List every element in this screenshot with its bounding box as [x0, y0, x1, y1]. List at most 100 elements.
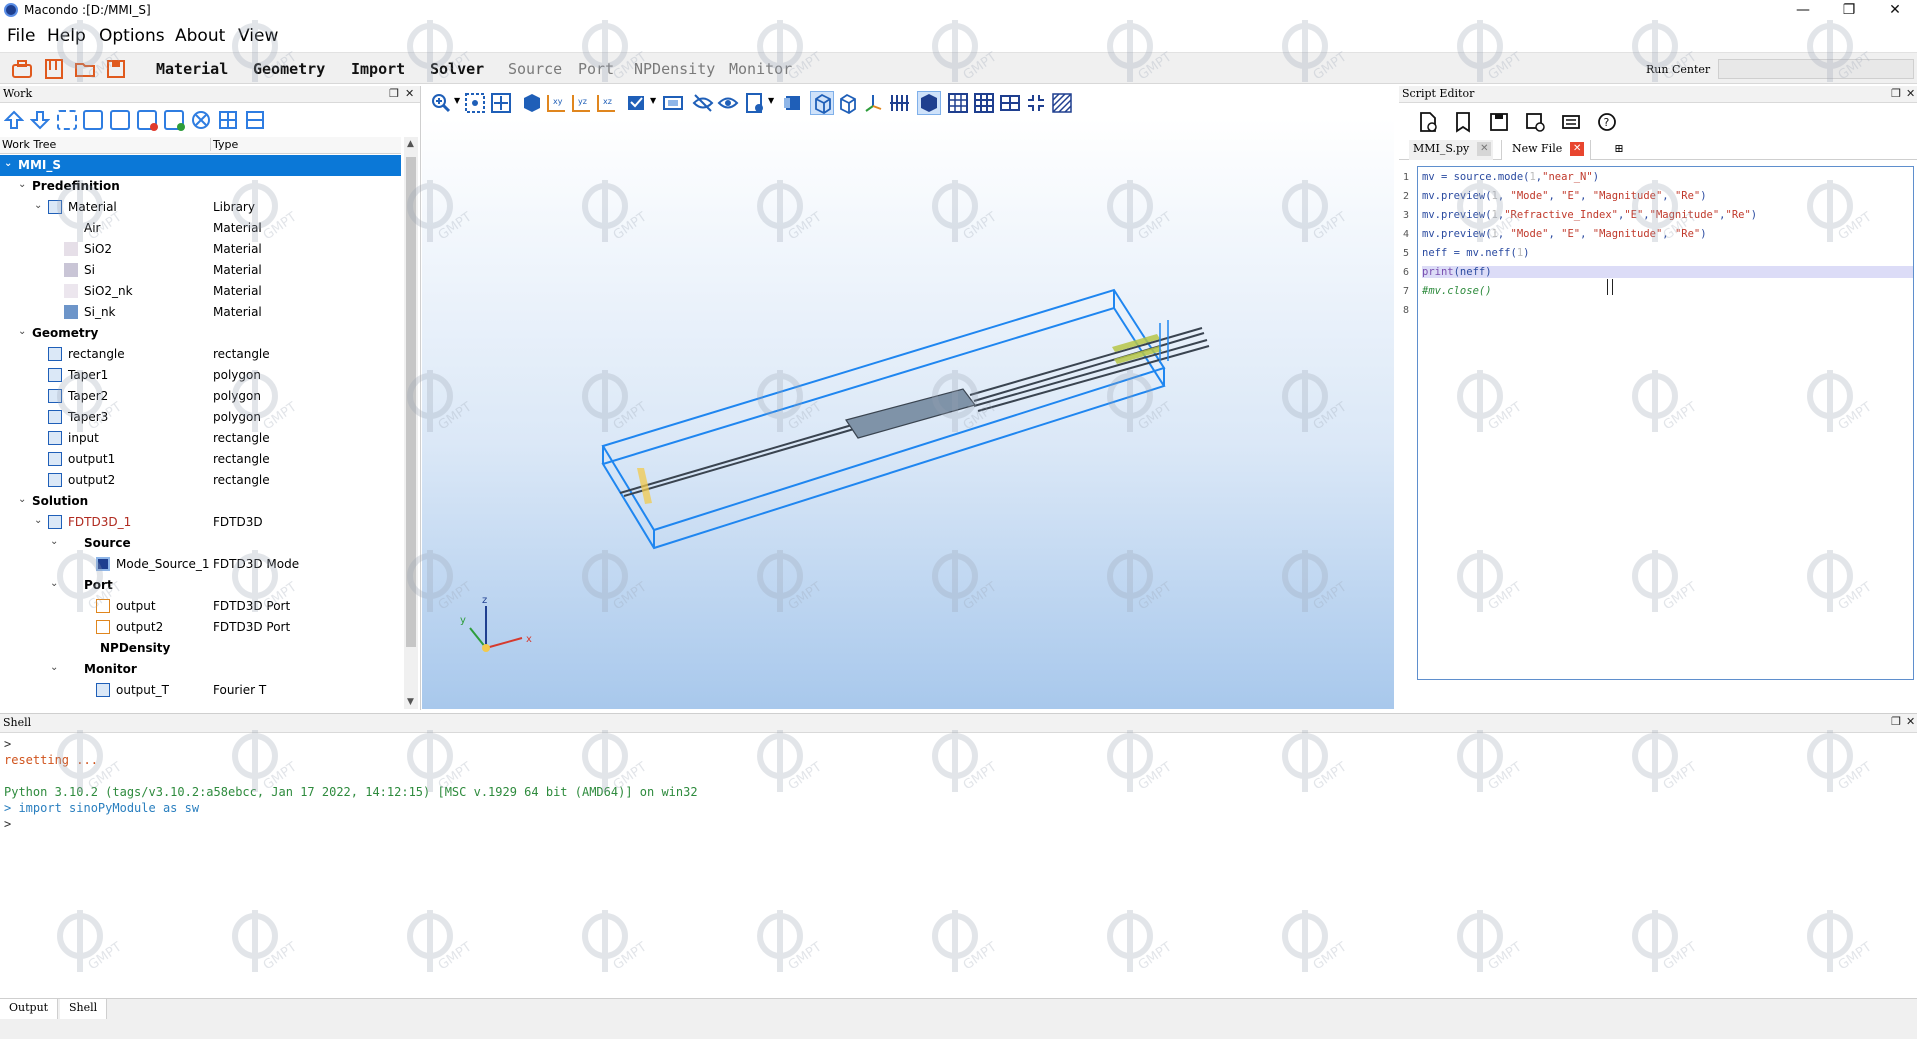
- column-type[interactable]: Type: [210, 138, 238, 151]
- tree-row[interactable]: Si Material: [0, 260, 401, 281]
- add-tab-icon[interactable]: ⊞: [1609, 140, 1629, 160]
- tree-row[interactable]: ⌄ Port: [0, 575, 401, 596]
- close-panel-icon[interactable]: ✕: [405, 86, 414, 102]
- copy-icon[interactable]: [110, 110, 130, 130]
- xy-view-icon[interactable]: xy: [545, 92, 567, 114]
- toolbar-material[interactable]: Material: [156, 60, 228, 78]
- toolbar-geometry[interactable]: Geometry: [253, 60, 325, 78]
- code-line[interactable]: mv = source.mode(1,"near_N"): [1422, 171, 1599, 183]
- tree-row[interactable]: ⌄ Solution: [0, 491, 401, 512]
- code-line[interactable]: mv.preview(1,"Refractive_Index","E","Mag…: [1422, 209, 1757, 221]
- tab-mmi-s-py[interactable]: MMI_S.py ✕: [1409, 140, 1493, 160]
- run-script-icon[interactable]: [1560, 111, 1582, 133]
- cube-outline-icon[interactable]: [836, 92, 858, 114]
- tree-row[interactable]: output1 rectangle: [0, 449, 401, 470]
- save-icon[interactable]: [105, 58, 127, 80]
- pan-icon[interactable]: [490, 92, 512, 114]
- expand-chevron-icon[interactable]: ⌄: [18, 179, 26, 190]
- tree-row[interactable]: input rectangle: [0, 428, 401, 449]
- grid-icon[interactable]: [973, 92, 995, 114]
- 3d-viewport[interactable]: z x y: [422, 118, 1394, 709]
- tree-row[interactable]: ⌄ Material Library: [0, 197, 401, 218]
- axes-icon[interactable]: [862, 92, 884, 114]
- close-button[interactable]: ✕: [1872, 0, 1917, 22]
- hatch-icon[interactable]: [1051, 92, 1073, 114]
- expand-chevron-icon[interactable]: ⌄: [4, 158, 12, 169]
- wireframe-icon[interactable]: [810, 91, 834, 115]
- save-file-icon[interactable]: [1488, 111, 1510, 133]
- expand-chevron-icon[interactable]: ⌄: [34, 515, 42, 526]
- tree-row[interactable]: Si_nk Material: [0, 302, 401, 323]
- close-panel-icon[interactable]: ✕: [1906, 86, 1915, 102]
- select-dropdown-icon[interactable]: ▼: [650, 96, 656, 105]
- zoom-icon[interactable]: [430, 92, 452, 114]
- code-line[interactable]: mv.preview(1, "Mode", "E", "Magnitude", …: [1422, 190, 1707, 202]
- clear-icon[interactable]: [191, 110, 211, 130]
- tree-row[interactable]: ⌄ Monitor: [0, 659, 401, 680]
- move-up-icon[interactable]: [4, 110, 24, 130]
- tab-new-file[interactable]: New File ✕: [1501, 140, 1591, 160]
- tree-row[interactable]: ⌄ MMI_S: [0, 155, 401, 176]
- screenshot-icon[interactable]: [662, 92, 684, 114]
- show-icon[interactable]: [717, 92, 739, 114]
- tree-row[interactable]: ⌄ FDTD3D_1 FDTD3D: [0, 512, 401, 533]
- expand-chevron-icon[interactable]: ⌄: [18, 494, 26, 505]
- close-tab-icon[interactable]: ✕: [1570, 142, 1585, 156]
- select-icon[interactable]: [57, 110, 77, 130]
- toolbar-source[interactable]: Source: [508, 60, 562, 78]
- menu-options[interactable]: Options: [99, 26, 165, 46]
- tab-shell[interactable]: Shell: [60, 999, 108, 1019]
- solid-icon[interactable]: [782, 92, 804, 114]
- tree-row[interactable]: output_T Fourier T: [0, 680, 401, 701]
- toolbar-import[interactable]: Import: [351, 60, 405, 78]
- hide-icon[interactable]: [692, 92, 714, 114]
- close-tab-icon[interactable]: ✕: [1477, 142, 1492, 156]
- grid-fine-icon[interactable]: [947, 92, 969, 114]
- fit-view-icon[interactable]: [464, 92, 486, 114]
- new-file-icon[interactable]: [1417, 111, 1439, 133]
- add-item-icon[interactable]: [164, 110, 185, 131]
- expand-chevron-icon[interactable]: ⌄: [18, 326, 26, 337]
- export-icon[interactable]: [744, 92, 766, 114]
- collapse-all-icon[interactable]: [245, 110, 265, 130]
- move-down-icon[interactable]: [30, 110, 50, 130]
- tree-row[interactable]: ⌄ Geometry: [0, 323, 401, 344]
- menu-help[interactable]: Help: [47, 26, 86, 46]
- new-project-icon[interactable]: [11, 58, 33, 80]
- help-icon[interactable]: ?: [1596, 111, 1618, 133]
- undock-icon[interactable]: ❐: [1891, 86, 1901, 102]
- expand-chevron-icon[interactable]: ⌄: [34, 200, 42, 211]
- undock-icon[interactable]: ❐: [389, 86, 399, 102]
- code-line[interactable]: neff = mv.neff(1): [1422, 247, 1529, 259]
- toolbar-solver[interactable]: Solver: [430, 60, 484, 78]
- export-dropdown-icon[interactable]: ▼: [768, 96, 774, 105]
- tree-row[interactable]: SiO2 Material: [0, 239, 401, 260]
- menu-file[interactable]: File: [7, 26, 35, 46]
- open-folder-icon[interactable]: [74, 58, 96, 80]
- select-mode-icon[interactable]: [626, 92, 648, 114]
- delete-item-icon[interactable]: [137, 110, 158, 131]
- tab-output[interactable]: Output: [0, 999, 59, 1019]
- code-editor[interactable]: mv = source.mode(1,"near_N") mv.preview(1…: [1417, 166, 1914, 680]
- tree-row[interactable]: ⌄ Source: [0, 533, 401, 554]
- tree-row[interactable]: SiO2_nk Material: [0, 281, 401, 302]
- grid-coarse-icon[interactable]: [999, 92, 1021, 114]
- menu-view[interactable]: View: [238, 26, 278, 46]
- tree-row[interactable]: Air Material: [0, 218, 401, 239]
- template-icon[interactable]: [43, 58, 65, 80]
- code-line[interactable]: print(neff): [1422, 266, 1913, 278]
- tree-row[interactable]: Mode_Source_1 FDTD3D Mode: [0, 554, 401, 575]
- tree-row[interactable]: rectangle rectangle: [0, 344, 401, 365]
- tree-row[interactable]: ⌄ Predefinition: [0, 176, 401, 197]
- toolbar-port[interactable]: Port: [578, 60, 614, 78]
- yz-view-icon[interactable]: yz: [570, 92, 592, 114]
- code-line[interactable]: mv.preview(1, "Mode", "E", "Magnitude", …: [1422, 228, 1707, 240]
- tree-scrollbar[interactable]: ▲ ▼: [404, 137, 418, 709]
- tree-row[interactable]: Taper1 polygon: [0, 365, 401, 386]
- open-file-icon[interactable]: [1452, 111, 1474, 133]
- shrink-icon[interactable]: [1025, 92, 1047, 114]
- tree-row[interactable]: output FDTD3D Port: [0, 596, 401, 617]
- tree-row[interactable]: output2 FDTD3D Port: [0, 617, 401, 638]
- restore-button[interactable]: ❐: [1826, 0, 1872, 22]
- tree-row[interactable]: output2 rectangle: [0, 470, 401, 491]
